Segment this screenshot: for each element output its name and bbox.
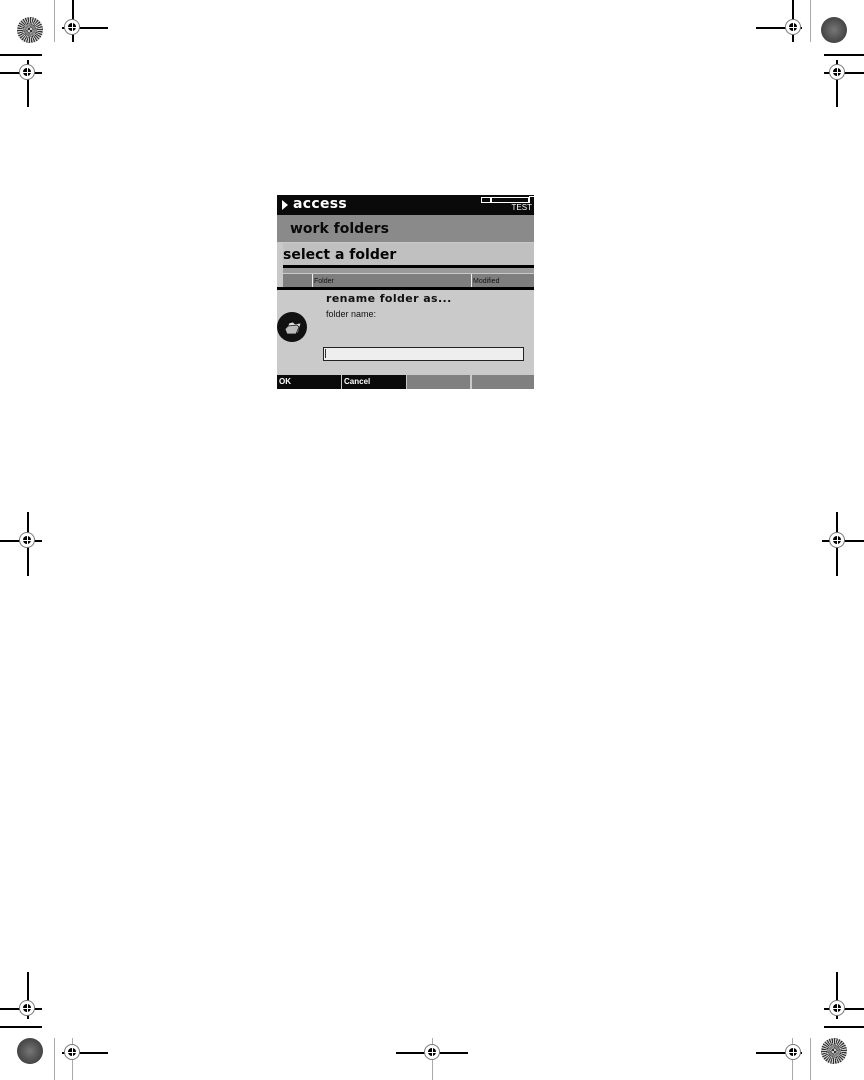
section-header: select a folder [283,243,534,265]
title-bar: access TEST [277,195,534,215]
breadcrumb: work folders [277,215,534,242]
section-title: select a folder [283,247,397,263]
crop-line [810,1038,811,1080]
column-separator [471,274,472,288]
crop-line [824,54,864,56]
softkey-bar: OK Cancel [277,375,534,389]
registration-mark-icon [785,1044,801,1060]
crop-line [0,54,42,56]
crop-line [824,1026,864,1028]
cancel-softkey[interactable]: Cancel [342,375,406,389]
power-plug-icon [529,196,534,203]
dialog-title: rename folder as... [326,292,452,305]
folder-name-input[interactable] [323,347,524,361]
column-separator [312,274,313,288]
divider [283,268,534,273]
column-header-folder[interactable]: Folder [314,278,334,285]
breadcrumb-label: work folders [290,221,389,237]
starburst-target-icon [17,1038,43,1064]
crop-line [810,0,811,42]
starburst-target-icon [17,17,43,43]
registration-mark-icon [785,19,801,35]
text-caret [325,349,326,358]
registration-mark-icon [19,64,35,80]
ok-softkey[interactable]: OK [277,375,341,389]
registration-mark-icon [64,1044,80,1060]
softkey-4[interactable] [472,375,534,389]
registration-mark-icon [829,1000,845,1016]
rename-dialog: rename folder as... folder name: [277,290,534,374]
registration-mark-icon [64,19,80,35]
registration-mark-icon [829,64,845,80]
starburst-target-icon [821,17,847,43]
status-label: TEST [511,203,532,212]
device-screen: access TEST work folders select a folder… [277,195,534,389]
crop-line [0,1026,42,1028]
registration-mark-icon [424,1044,440,1060]
crop-line [54,0,55,42]
registration-mark-icon [19,1000,35,1016]
column-headers: Folder Modified [283,274,534,288]
column-header-modified[interactable]: Modified [473,278,499,285]
registration-mark-icon [19,532,35,548]
play-arrow-icon [282,200,288,210]
field-label: folder name: [326,309,377,319]
crop-line [54,1038,55,1080]
folder-icon [277,312,307,342]
starburst-target-icon [821,1038,847,1064]
app-title: access [293,196,348,212]
registration-mark-icon [829,532,845,548]
softkey-3[interactable] [407,375,470,389]
battery-icon [481,197,491,203]
